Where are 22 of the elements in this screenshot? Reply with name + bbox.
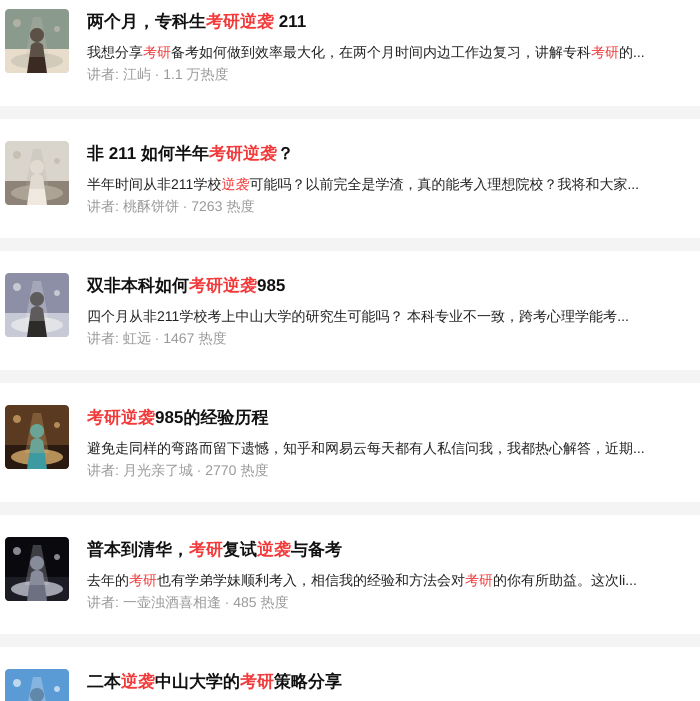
course-meta: 讲者: 江屿 · 1.1 万热度 bbox=[87, 65, 230, 84]
course-title: 考研逆袭985的经验历程 bbox=[87, 407, 270, 429]
course-meta: 讲者: 月光亲了城 · 2770 热度 bbox=[87, 461, 270, 480]
course-description: 四个月从非211学校考上中山大学的研究生可能吗？ 本科专业不一致，跨考心理学能考... bbox=[87, 307, 629, 326]
course-title: 非 211 如何半年考研逆袭？ bbox=[87, 143, 295, 165]
course-title: 两个月，专科生考研逆袭 211 bbox=[87, 11, 308, 33]
course-meta: 讲者: 虹远 · 1467 热度 bbox=[87, 329, 228, 348]
course-card[interactable]: 二本逆袭中山大学的考研策略分享 bbox=[0, 647, 700, 701]
course-meta: 讲者: 一壶浊酒喜相逢 · 485 热度 bbox=[87, 593, 290, 612]
course-description: 半年时间从非211学校逆袭可能吗？以前完全是学渣，真的能考入理想院校？我将和大家... bbox=[87, 175, 639, 194]
course-description: 我想分享考研备考如何做到效率最大化，在两个月时间内边工作边复习，讲解专科考研的... bbox=[87, 43, 645, 62]
course-card[interactable]: 两个月，专科生考研逆袭 211 我想分享考研备考如何做到效率最大化，在两个月时间内边工作边复习，讲解专科考研的... 讲者: 江屿 · 1.1 万热度 bbox=[0, 0, 700, 106]
course-card[interactable]: 考研逆袭985的经验历程 避免走同样的弯路而留下遗憾，知乎和网易云每天都有人私信问我，我都热心解答，近期... 讲者: 月光亲了城 · 2770 热度 bbox=[0, 383, 700, 502]
course-card[interactable]: 非 211 如何半年考研逆袭？ 半年时间从非211学校逆袭可能吗？以前完全是学渣，真的能考入理想院校？我将和大家... 讲者: 桃酥饼饼 · 7263 热度 bbox=[0, 119, 700, 238]
course-meta: 讲者: 桃酥饼饼 · 7263 热度 bbox=[87, 197, 256, 216]
course-description: 避免走同样的弯路而留下遗憾，知乎和网易云每天都有人私信问我，我都热心解答，近期... bbox=[87, 439, 645, 458]
course-card[interactable]: 普本到清华，考研复试逆袭与备考 去年的考研也有学弟学妹顺利考入，相信我的经验和方法会对考研的你有所助益。这次li... 讲者: 一壶浊酒喜相逢 · 485 热度 bbox=[0, 515, 700, 634]
course-title: 二本逆袭中山大学的考研策略分享 bbox=[87, 671, 342, 693]
course-title: 双非本科如何考研逆袭985 bbox=[87, 275, 286, 297]
course-title: 普本到清华，考研复试逆袭与备考 bbox=[87, 539, 343, 561]
course-description: 去年的考研也有学弟学妹顺利考入，相信我的经验和方法会对考研的你有所助益。这次li... bbox=[87, 571, 637, 590]
course-card[interactable]: 双非本科如何考研逆袭985 四个月从非211学校考上中山大学的研究生可能吗？ 本科专业不一致，跨考心理学能考... 讲者: 虹远 · 1467 热度 bbox=[0, 251, 700, 370]
